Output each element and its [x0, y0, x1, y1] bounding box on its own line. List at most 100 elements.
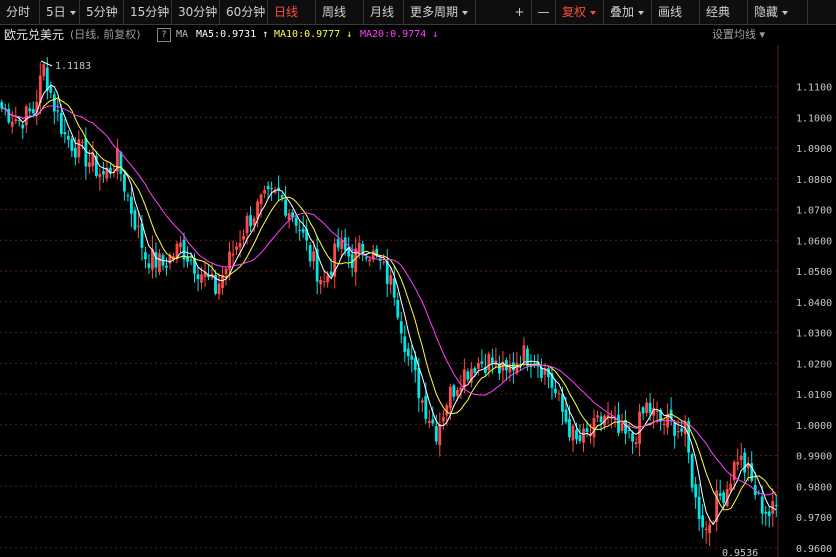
y-tick-label: 1.0800: [796, 175, 832, 186]
candle-body: [680, 428, 684, 432]
candle-body: [242, 235, 245, 240]
candle-body: [406, 348, 410, 357]
ma20-value: MA20:0.9774 ↓: [360, 29, 439, 40]
candle-body: [596, 415, 599, 418]
candle-body: [396, 299, 400, 318]
candle-body: [319, 279, 323, 285]
candle-body: [655, 410, 659, 412]
toolbar-periods-6[interactable]: 日线: [268, 0, 316, 24]
candle-body: [420, 400, 424, 403]
toolbar-tools-3[interactable]: 叠加: [604, 0, 652, 24]
candle-body: [245, 215, 249, 234]
candle-body: [466, 371, 470, 380]
candle-body: [578, 435, 582, 441]
toolbar-tools-0[interactable]: +: [508, 0, 532, 24]
toolbar-label: 复权: [562, 5, 587, 19]
candle-body: [399, 321, 403, 334]
candle-body: [631, 433, 634, 442]
candle-body: [645, 402, 648, 414]
toolbar-tools-4[interactable]: 画线: [652, 0, 700, 24]
candle-body: [599, 416, 603, 423]
toolbar-label: 更多周期: [410, 5, 459, 19]
y-tick-label: 1.0400: [796, 298, 832, 309]
toolbar-periods-3[interactable]: 15分钟: [124, 0, 172, 24]
candle-body: [403, 336, 407, 352]
candle-body: [690, 454, 694, 488]
candle-body: [662, 423, 666, 425]
candle-body: [144, 252, 147, 260]
candle-body: [424, 395, 428, 419]
candle-body: [571, 425, 575, 441]
candlestick-chart[interactable]: 1.1100 1.1000 1.0900 1.0800 1.0700 1.0600 1.05…: [0, 45, 836, 557]
toolbar-label: 15分钟: [130, 5, 170, 19]
y-tick-label: 1.0300: [796, 329, 832, 340]
toolbar-label: 隐藏: [754, 5, 779, 19]
candle-body: [462, 369, 466, 388]
toolbar-periods-0[interactable]: 分时: [0, 0, 40, 24]
y-tick-label: 1.0200: [796, 359, 832, 370]
toolbar-tools-5[interactable]: 经典: [700, 0, 748, 24]
candle-body: [133, 210, 137, 230]
candle-body: [526, 348, 529, 366]
toolbar-label: +: [514, 5, 525, 19]
candle-body: [522, 345, 526, 362]
candle-body: [448, 386, 452, 409]
candle-body: [564, 409, 568, 423]
toolbar-label: 月线: [370, 5, 395, 19]
candle-body: [340, 240, 344, 249]
chart-info-bar: 欧元兑美元 (日线, 前复权) ? MA MA5:0.9731 ↑ MA10:0…: [0, 25, 836, 45]
candle-body: [123, 174, 126, 192]
candle-body: [452, 385, 456, 397]
candle-body: [736, 462, 740, 465]
candle-body: [641, 407, 645, 414]
candle-body: [301, 228, 305, 233]
candle-body: [165, 265, 168, 268]
candle-body: [676, 431, 680, 433]
toolbar-tools-6[interactable]: 隐藏: [748, 0, 808, 24]
help-icon[interactable]: ?: [157, 28, 171, 42]
y-tick-label: 1.0100: [796, 390, 832, 401]
y-tick-label: 0.9800: [796, 482, 832, 493]
ma10-value: MA10:0.9777 ↓: [274, 29, 353, 40]
candle-body: [648, 402, 652, 413]
toolbar-periods-4[interactable]: 30分钟: [172, 0, 220, 24]
candle-body: [137, 225, 140, 227]
toolbar-label: 30分钟: [178, 5, 218, 19]
candle-body: [617, 414, 620, 433]
ma-settings-button[interactable]: 设置均线 ▾: [712, 25, 765, 45]
candle-body: [249, 215, 252, 227]
candle-body: [70, 138, 74, 151]
candle-body: [438, 424, 442, 446]
candle-body: [49, 86, 53, 93]
candle-body: [613, 419, 617, 421]
candle-body: [66, 135, 70, 140]
candle-body: [235, 246, 238, 250]
annotation-high-label: 1.1183: [55, 61, 91, 72]
chart-subtitle: (日线, 前复权): [70, 28, 141, 41]
candle-body: [434, 426, 438, 442]
candle-body: [473, 367, 477, 373]
candle-body: [620, 423, 624, 431]
toolbar-periods-9[interactable]: 更多周期: [404, 0, 476, 24]
toolbar-periods-8[interactable]: 月线: [364, 0, 404, 24]
candle-body: [147, 263, 151, 268]
toolbar-periods-7[interactable]: 周线: [316, 0, 364, 24]
toolbar-periods-5[interactable]: 60分钟: [220, 0, 268, 24]
candle-body: [480, 361, 484, 364]
caret-down-icon: [69, 10, 76, 15]
candle-body: [729, 483, 733, 491]
toolbar-label: 画线: [658, 5, 683, 19]
toolbar-tools-2[interactable]: 复权: [556, 0, 604, 24]
candle-body: [200, 274, 203, 283]
candle-body: [592, 417, 596, 438]
toolbar-periods-2[interactable]: 5分钟: [80, 0, 124, 24]
y-tick-label: 0.9600: [796, 544, 832, 555]
candle-body: [270, 187, 273, 189]
candle-body: [634, 442, 638, 445]
toolbar-tools-1[interactable]: —: [532, 0, 556, 24]
candle-body: [582, 428, 585, 443]
y-tick-label: 1.0000: [796, 421, 832, 432]
candle-body: [455, 389, 459, 396]
toolbar-periods-1[interactable]: 5日: [40, 0, 80, 24]
candle-body: [52, 94, 56, 112]
